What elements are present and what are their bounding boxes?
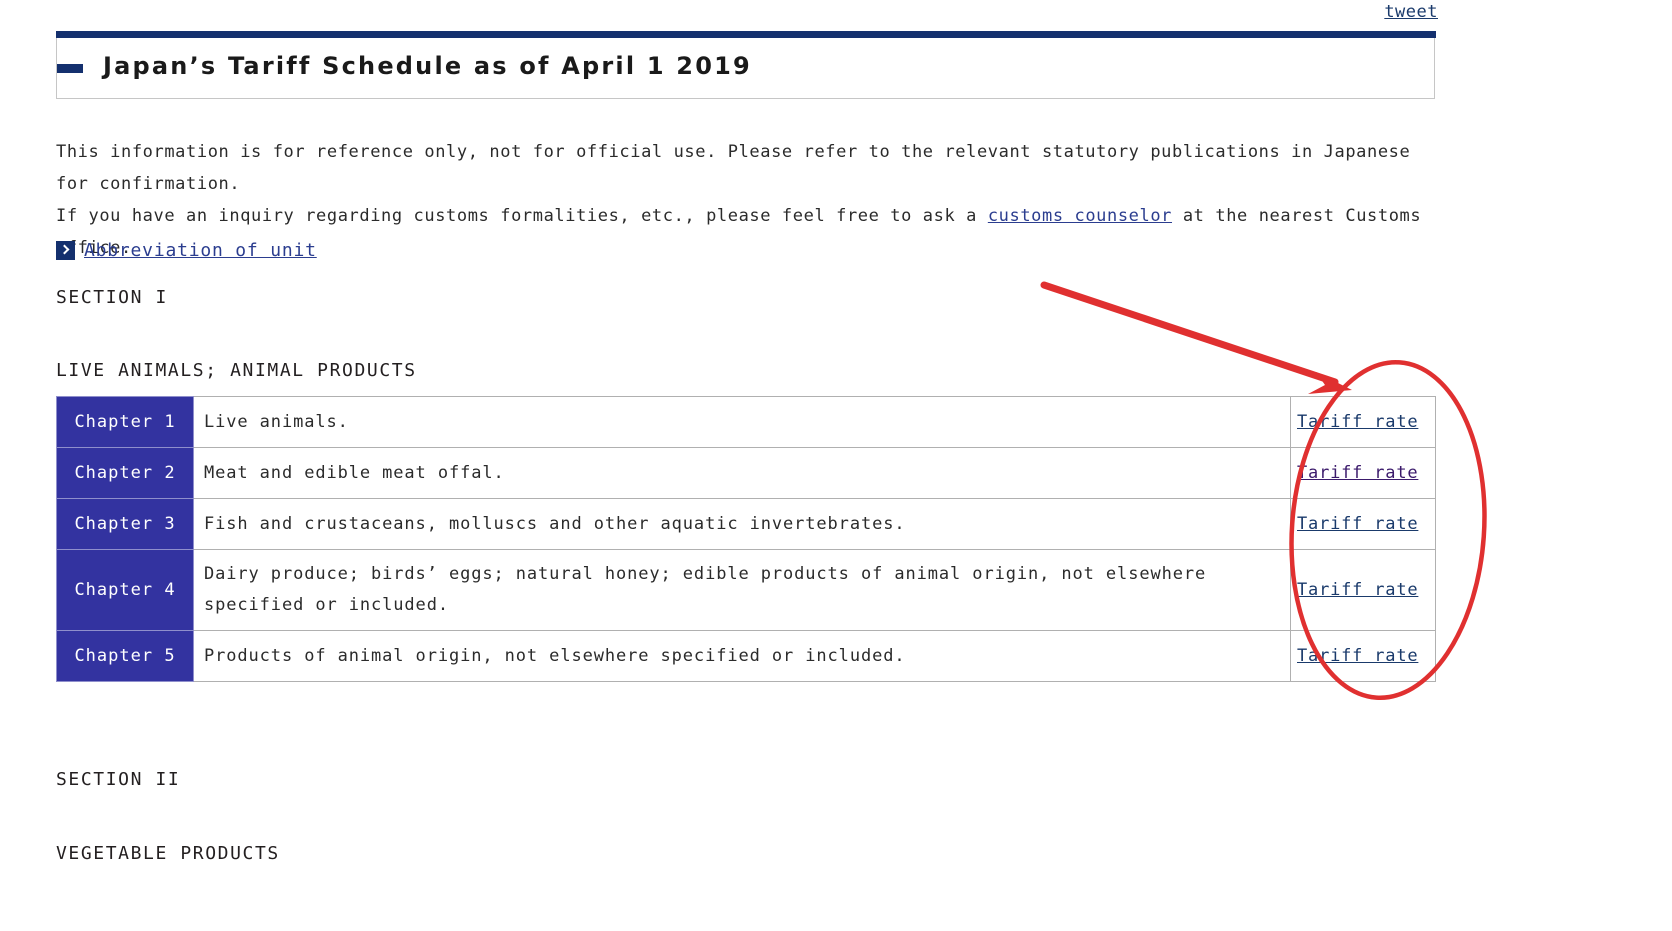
abbreviation-of-unit-link[interactable]: Abbreviation of unit <box>84 240 317 261</box>
table-row: Chapter 3Fish and crustaceans, molluscs … <box>57 499 1436 550</box>
chapter-description-cell: Fish and crustaceans, molluscs and other… <box>194 499 1291 550</box>
chapter-description-cell: Live animals. <box>194 397 1291 448</box>
section-1-title: LIVE ANIMALS; ANIMAL PRODUCTS <box>56 360 417 381</box>
tariff-rate-link[interactable]: Tariff rate <box>1297 463 1418 483</box>
table-row: Chapter 5Products of animal origin, not … <box>57 631 1436 682</box>
chapter-label-cell: Chapter 4 <box>57 550 194 631</box>
tariff-rate-link[interactable]: Tariff rate <box>1297 646 1418 666</box>
tweet-row: tweet <box>0 2 1438 22</box>
dash-bullet-icon <box>57 64 83 73</box>
table-row: Chapter 2Meat and edible meat offal. Tari… <box>57 448 1436 499</box>
tweet-link[interactable]: tweet <box>1384 2 1438 22</box>
chapter-description-cell: Dairy produce; birds’ eggs; natural hone… <box>194 550 1291 631</box>
tariff-rate-cell: Tariff rate <box>1291 631 1436 682</box>
table-row: Chapter 4Dairy produce; birds’ eggs; nat… <box>57 550 1436 631</box>
customs-counselor-link[interactable]: customs counselor <box>988 206 1172 226</box>
intro-line-1: This information is for reference only, … <box>56 136 1436 200</box>
title-accent-bar <box>56 31 1436 38</box>
tariff-rate-link[interactable]: Tariff rate <box>1297 580 1418 600</box>
section-1-number: SECTION I <box>56 287 168 308</box>
tariff-rate-cell: Tariff rate <box>1291 550 1436 631</box>
section-2-number: SECTION II <box>56 769 180 790</box>
page-root: tweet Japan’s Tariff Schedule as of Apri… <box>0 0 1672 931</box>
chevron-right-icon <box>56 241 75 260</box>
tariff-rate-link[interactable]: Tariff rate <box>1297 514 1418 534</box>
tariff-rate-cell: Tariff rate <box>1291 499 1436 550</box>
chapter-description-cell: Products of animal origin, not elsewhere… <box>194 631 1291 682</box>
tariff-rate-cell: Tariff rate <box>1291 397 1436 448</box>
abbreviation-of-unit-row[interactable]: Abbreviation of unit <box>56 240 317 261</box>
page-title: Japan’s Tariff Schedule as of April 1 20… <box>103 52 752 80</box>
chapter-label-cell: Chapter 5 <box>57 631 194 682</box>
chapter-description-cell: Meat and edible meat offal. <box>194 448 1291 499</box>
intro-line-2-before: If you have an inquiry regarding customs… <box>56 206 988 226</box>
table-row: Chapter 1Live animals. Tariff rate <box>57 397 1436 448</box>
chapter-label-cell: Chapter 1 <box>57 397 194 448</box>
tariff-rate-cell: Tariff rate <box>1291 448 1436 499</box>
chapter-label-cell: Chapter 2 <box>57 448 194 499</box>
section-2-title: VEGETABLE PRODUCTS <box>56 843 280 864</box>
red-arrow-annotation <box>1044 285 1352 394</box>
tariff-rate-link[interactable]: Tariff rate <box>1297 412 1418 432</box>
chapter-table: Chapter 1Live animals.Tariff rateChapter… <box>56 396 1436 682</box>
chapter-label-cell: Chapter 3 <box>57 499 194 550</box>
